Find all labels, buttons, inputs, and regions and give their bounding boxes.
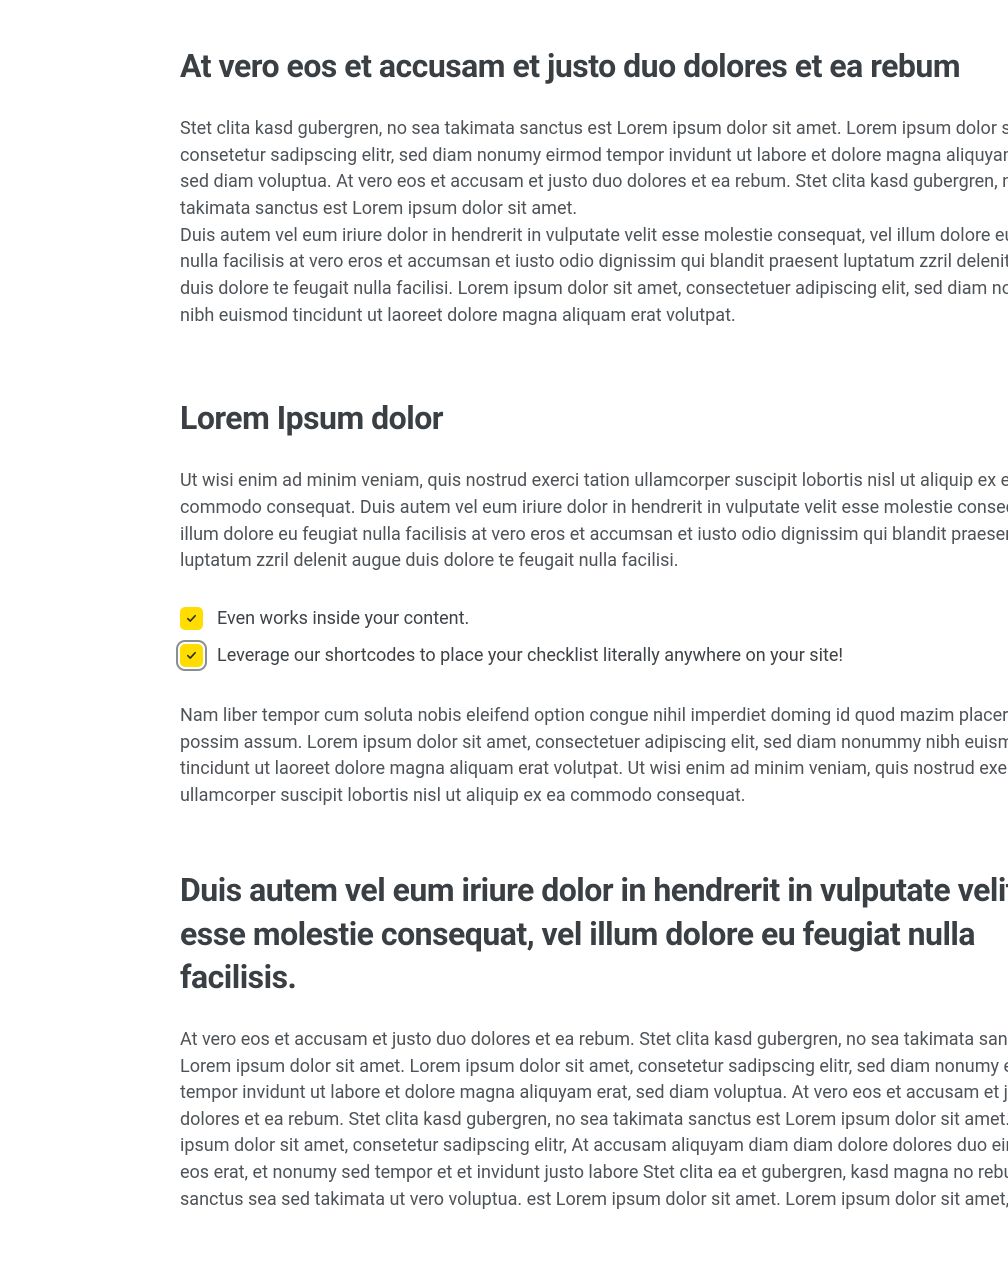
section-2: Lorem Ipsum dolor Ut wisi enim ad minim … xyxy=(180,397,1008,809)
paragraph-3a: At vero eos et accusam et justo duo dolo… xyxy=(180,1027,1008,1213)
section-1: At vero eos et accusam et justo duo dolo… xyxy=(180,45,1008,329)
checklist: Even works inside your content. Leverage… xyxy=(180,607,1008,667)
checkbox-checked-icon[interactable] xyxy=(180,644,203,667)
checklist-item-label: Leverage our shortcodes to place your ch… xyxy=(217,645,843,666)
checklist-item: Even works inside your content. xyxy=(180,607,1008,630)
checklist-item: Leverage our shortcodes to place your ch… xyxy=(180,644,1008,667)
paragraph-2a: Ut wisi enim ad minim veniam, quis nostr… xyxy=(180,468,1008,575)
paragraph-2b: Nam liber tempor cum soluta nobis eleife… xyxy=(180,703,1008,810)
heading-1: At vero eos et accusam et justo duo dolo… xyxy=(180,45,1008,88)
paragraph-1b: Duis autem vel eum iriure dolor in hendr… xyxy=(180,223,1008,330)
section-3: Duis autem vel eum iriure dolor in hendr… xyxy=(180,869,1008,1213)
checklist-item-label: Even works inside your content. xyxy=(217,608,469,629)
heading-2: Lorem Ipsum dolor xyxy=(180,397,1008,440)
paragraph-1a: Stet clita kasd gubergren, no sea takima… xyxy=(180,116,1008,223)
checkbox-checked-icon[interactable] xyxy=(180,607,203,630)
heading-3: Duis autem vel eum iriure dolor in hendr… xyxy=(180,869,1008,999)
